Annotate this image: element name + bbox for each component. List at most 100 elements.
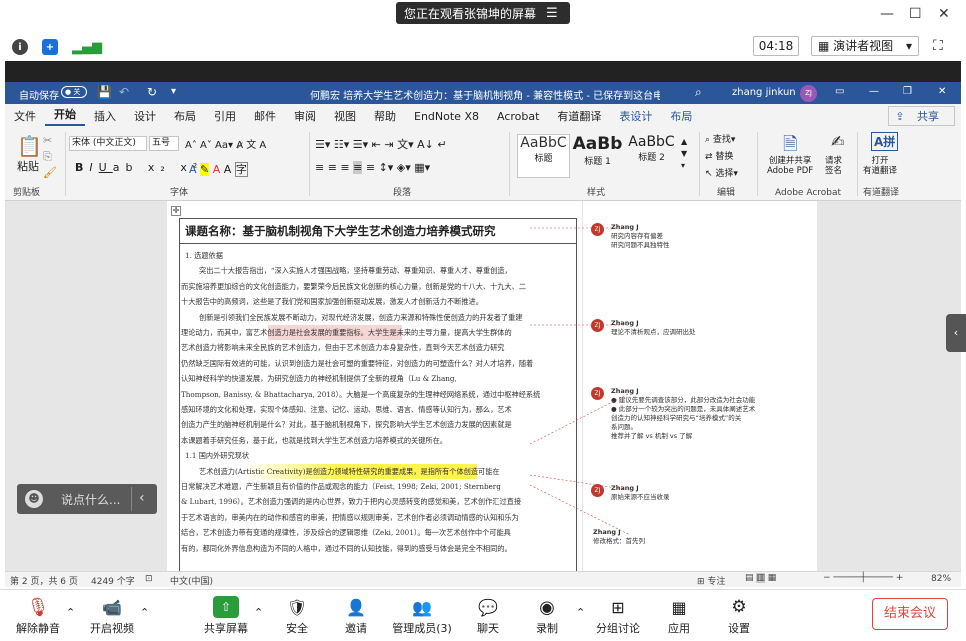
font-color-buttons[interactable]: A ✎ A A 字: [189, 161, 248, 177]
maximize-icon[interactable]: ☐: [909, 6, 922, 22]
chat-button[interactable]: 💬 聊天: [472, 596, 504, 636]
end-meeting-button[interactable]: 结束会议: [872, 598, 948, 630]
speaker-view-button[interactable]: ▦ 演讲者视图 ▾: [811, 36, 919, 56]
create-pdf-button[interactable]: 创建并共享 Adobe PDF: [767, 156, 813, 176]
invite-button[interactable]: 👤 邀请: [338, 596, 374, 636]
mute-button[interactable]: 🎙 解除静音: [14, 596, 62, 636]
style-heading-1[interactable]: AaBb 标题 1: [571, 134, 624, 178]
font-size-controls[interactable]: A˄ A˅ Aa▾ A̷ 文 A: [185, 136, 266, 151]
close-icon[interactable]: ✕: [938, 6, 950, 22]
breakout-button[interactable]: ⊞ 分组讨论: [594, 596, 642, 636]
style-title[interactable]: AaBbC 标题: [517, 134, 570, 178]
format-painter-icon[interactable]: 🖌: [43, 166, 57, 179]
list-buttons[interactable]: ☰▾ ☷▾ ☰▾ ⇤ ⇥ 文▾ A↓ ↵: [315, 136, 447, 152]
avatar[interactable]: ZJ: [800, 85, 817, 102]
save-icon[interactable]: 💾: [97, 85, 112, 99]
youdao-button[interactable]: 打开 有道翻译: [863, 156, 897, 176]
translate-icon[interactable]: A拼: [871, 132, 899, 151]
cut-icon[interactable]: ✂: [43, 134, 52, 147]
chevron-up-icon[interactable]: ⌃: [140, 606, 149, 619]
focus-button[interactable]: ⊞ 专注: [697, 574, 725, 587]
tab-endnote[interactable]: EndNote X8: [405, 110, 488, 123]
comment-card[interactable]: ZJ Zhang J 理论不清析观点，应调研出处: [591, 319, 801, 337]
paste-icon[interactable]: 📋: [17, 134, 42, 158]
share-button[interactable]: ⇪ 共享: [888, 106, 955, 126]
apps-button[interactable]: ▦ 应用: [664, 596, 694, 636]
emoji-icon[interactable]: ☻: [25, 490, 43, 508]
share-screen-button[interactable]: ⇧ 共享屏幕: [200, 596, 252, 636]
tab-table-layout[interactable]: 布局: [661, 108, 701, 124]
view-buttons[interactable]: ▤ ▥ ▦: [745, 573, 776, 583]
settings-button[interactable]: ⚙ 设置: [724, 596, 754, 636]
find-button[interactable]: ⌕ 查找▾: [705, 132, 735, 145]
shield-icon[interactable]: +: [42, 39, 58, 55]
tab-references[interactable]: 引用: [205, 108, 245, 124]
ribbon-display-icon[interactable]: ▭: [835, 86, 844, 97]
tab-home[interactable]: 开始: [45, 106, 85, 126]
comment-card[interactable]: ZJ Zhang J 原始来源不应当收录: [591, 484, 801, 502]
chat-quick-input[interactable]: ☻ 说点什么... ‹: [17, 484, 157, 514]
meeting-toolbar: 🎙 解除静音 ⌃ 📹 开启视频 ⌃ ⇧ 共享屏幕 ⌃ 🛡 安全 👤 邀请 👥 管理成员(3)…: [0, 589, 966, 641]
font-format-buttons[interactable]: BIUab x₂ x²: [75, 161, 203, 174]
comment-card[interactable]: Zhang J 修改格式：首先列: [573, 528, 783, 546]
screen-share-banner[interactable]: 您正在观看张锦坤的屏幕 ☰: [396, 2, 570, 24]
tab-youdao[interactable]: 有道翻译: [548, 108, 610, 124]
undo-icon[interactable]: ↶: [119, 85, 129, 99]
word-close-icon[interactable]: ✕: [938, 86, 946, 97]
replace-button[interactable]: ⇄ 替换: [705, 149, 733, 162]
word-restore-icon[interactable]: ❐: [903, 86, 912, 97]
zoom-level[interactable]: 82%: [931, 574, 951, 584]
style-heading-2[interactable]: AaBbC 标题 2: [625, 134, 678, 178]
video-button[interactable]: 📹 开启视频: [86, 596, 138, 636]
font-size-select[interactable]: 五号: [149, 136, 179, 151]
paragraph-line: 理论动力，而其中，富艺术创造力是社会发展的重要指标。大学生是未来的主导力量，提高…: [181, 325, 576, 341]
chevron-up-icon[interactable]: ⌃: [254, 606, 263, 619]
tab-acrobat[interactable]: Acrobat: [488, 110, 548, 123]
comment-card[interactable]: ZJ Zhang J 研究内容存有偏差 研究问题不具独特性: [591, 223, 801, 250]
font-name-select[interactable]: 宋体 (中文正文): [69, 136, 147, 151]
avatar: ZJ: [591, 223, 604, 236]
page-count[interactable]: 第 2 页，共 6 页: [10, 574, 78, 587]
fullscreen-icon[interactable]: ⛶: [933, 38, 943, 54]
tab-table-design[interactable]: 表设计: [610, 108, 661, 124]
tab-mailings[interactable]: 邮件: [245, 108, 285, 124]
styles-scroll[interactable]: ▲ ▼ ▾: [681, 136, 687, 172]
request-sign-button[interactable]: 请求 签名: [825, 156, 842, 176]
word-count[interactable]: 4249 个字: [91, 574, 135, 587]
chevron-up-icon[interactable]: ⌃: [66, 606, 75, 619]
chevron-up-icon[interactable]: ⌃: [576, 606, 585, 619]
signal-icon[interactable]: ▂▄▆: [72, 40, 102, 55]
side-panel-toggle[interactable]: ‹: [946, 314, 966, 352]
autosave-toggle[interactable]: ● 关: [61, 86, 87, 98]
tab-review[interactable]: 审阅: [285, 108, 325, 124]
comment-card[interactable]: ZJ Zhang J ● 建议先要先调查该部分，此部分改造为社会功能 ● 此部分一个…: [591, 387, 801, 441]
zoom-slider[interactable]: − ─────┼───── +: [823, 573, 903, 583]
menu-icon[interactable]: ☰: [546, 6, 558, 21]
minimize-icon[interactable]: —: [880, 6, 894, 22]
tab-design[interactable]: 设计: [125, 108, 165, 124]
table-move-handle[interactable]: ✛: [171, 206, 181, 216]
search-icon[interactable]: ⌕: [695, 85, 702, 100]
info-icon[interactable]: i: [12, 39, 28, 55]
tab-help[interactable]: 帮助: [365, 108, 405, 124]
tab-view[interactable]: 视图: [325, 108, 365, 124]
document-page[interactable]: ✛ 课题名称：基于脑机制视角下大学生艺术创造力培养模式研究 1. 选题依据 突出二…: [167, 201, 582, 571]
paragraph-line: 日常解决艺术难题，产生新颖且有价值的作品或观念的能力（Feist, 1998; …: [181, 482, 501, 491]
copy-icon[interactable]: ⎘: [43, 150, 52, 164]
collapse-icon[interactable]: ‹: [139, 490, 145, 506]
customize-icon[interactable]: ▾: [171, 86, 176, 97]
sign-icon[interactable]: ✍: [831, 132, 844, 151]
security-button[interactable]: 🛡 安全: [280, 596, 314, 636]
word-minimize-icon[interactable]: —: [869, 86, 879, 97]
record-button[interactable]: ◉ 录制: [532, 596, 562, 636]
tab-file[interactable]: 文件: [5, 108, 45, 124]
members-button[interactable]: 👥 管理成员(3): [390, 596, 454, 636]
tab-insert[interactable]: 插入: [85, 108, 125, 124]
select-button[interactable]: ↖ 选择▾: [705, 166, 738, 179]
tab-layout[interactable]: 布局: [165, 108, 205, 124]
document-title: 何鹏宏 培养大学生艺术创造力：基于脑机制视角 - 兼容性模式 - 已保存到这台电…: [310, 91, 660, 102]
align-buttons[interactable]: ≡ ≡ ≡ ≡ ≡ ↕▾ ◈▾ ▦▾: [315, 161, 430, 174]
language[interactable]: 中文(中国): [170, 574, 213, 587]
redo-icon[interactable]: ↻: [147, 85, 157, 99]
proofing-icon[interactable]: ⊡: [145, 574, 153, 584]
